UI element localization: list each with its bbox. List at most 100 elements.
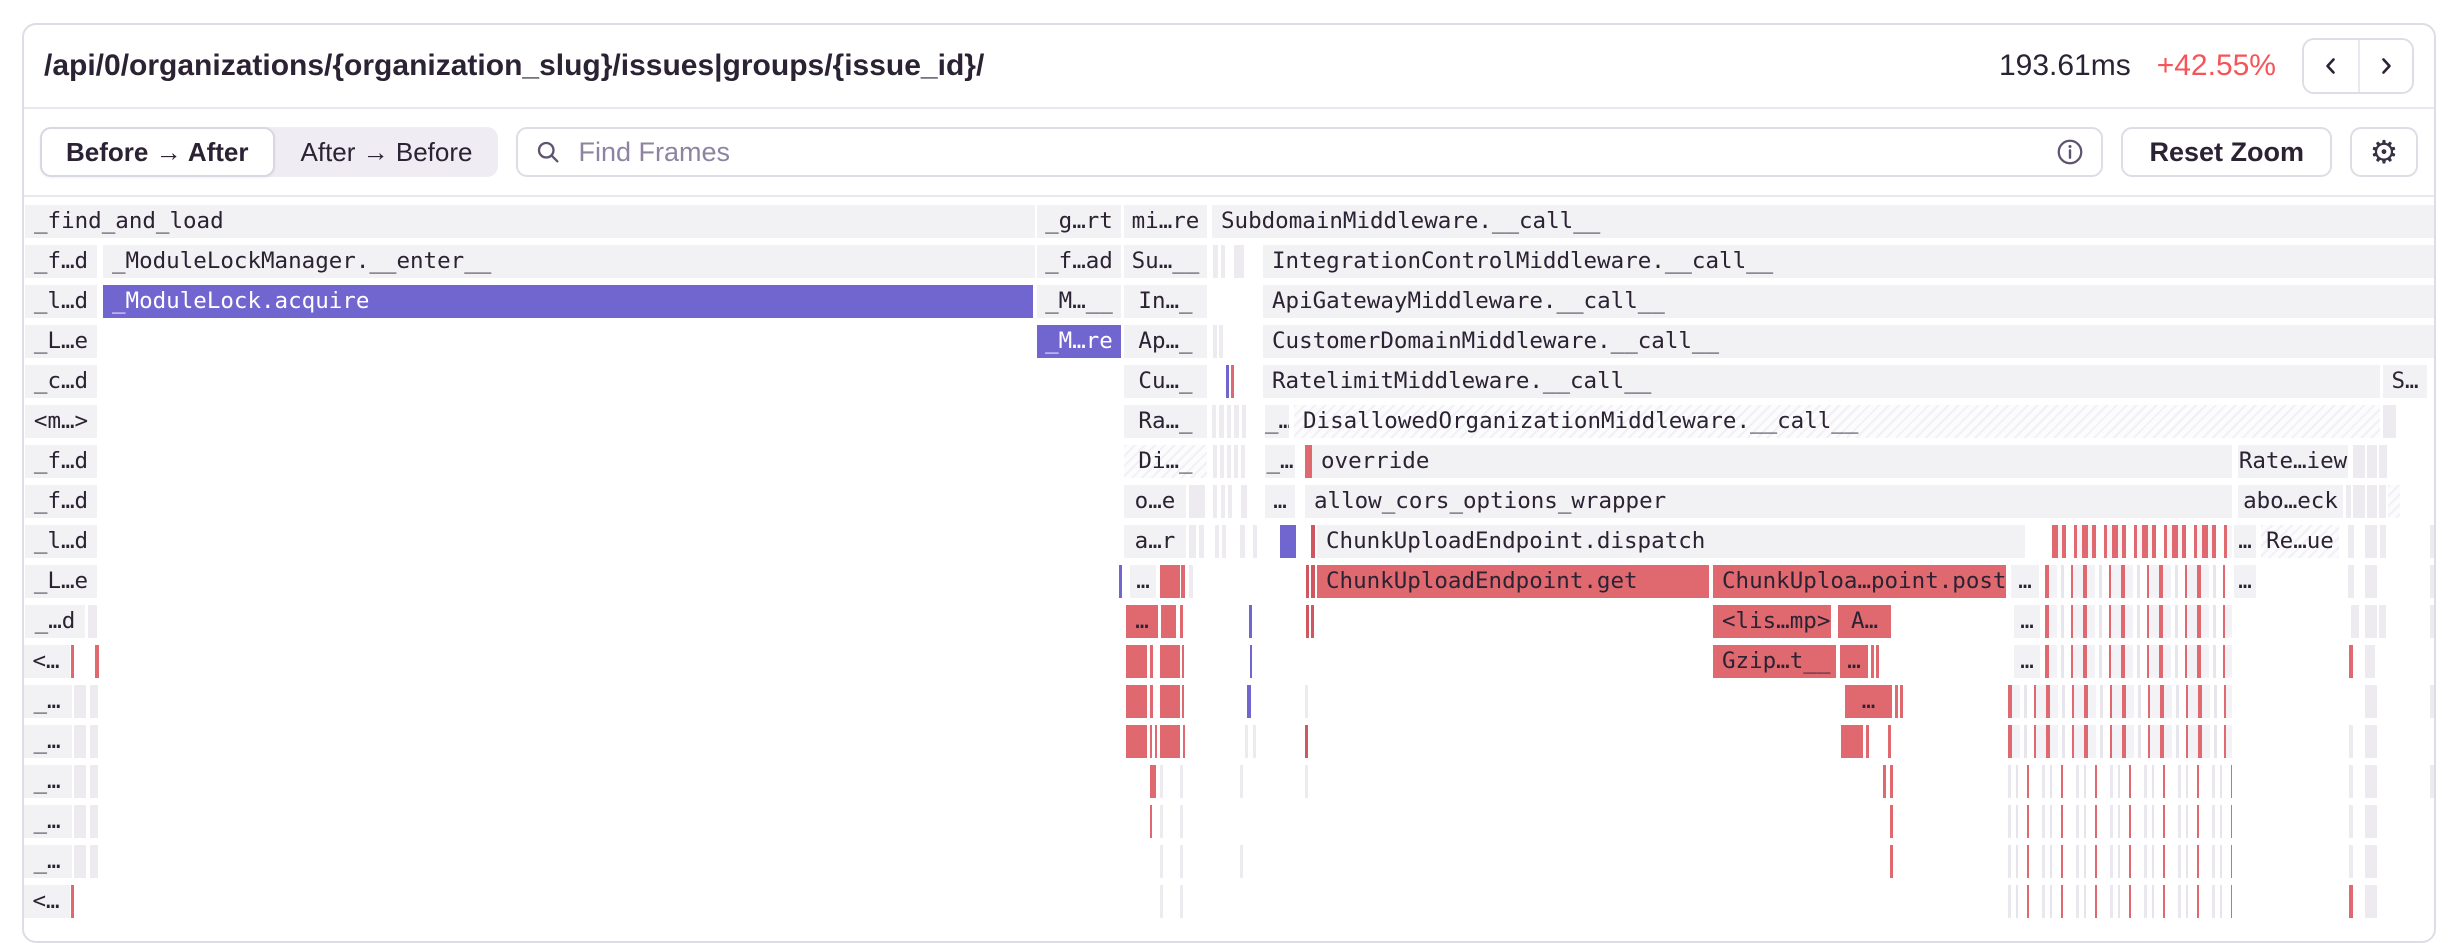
flame-frame[interactable]: [1234, 445, 1238, 478]
flame-frame[interactable]: [2008, 765, 2232, 798]
flame-frame[interactable]: [2353, 485, 2365, 518]
flame-frame[interactable]: A…: [1838, 605, 1891, 638]
flame-frame[interactable]: [2365, 725, 2377, 758]
flame-frame[interactable]: [1180, 805, 1183, 838]
flame-frame[interactable]: [1234, 245, 1244, 278]
flame-frame[interactable]: [2365, 805, 2377, 838]
flame-frame[interactable]: [1306, 605, 1309, 638]
flame-frame[interactable]: [1220, 445, 1224, 478]
flame-frame[interactable]: [1234, 405, 1239, 438]
flame-frame[interactable]: [1895, 685, 1898, 718]
flame-frame[interactable]: Di…_: [1124, 445, 1207, 478]
flame-frame[interactable]: [1247, 685, 1251, 718]
flame-frame[interactable]: [1241, 485, 1247, 518]
flame-frame[interactable]: [1841, 725, 1863, 758]
flame-frame[interactable]: [90, 845, 98, 878]
flame-frame[interactable]: [2379, 605, 2386, 638]
flame-frame[interactable]: DisallowedOrganizationMiddleware.__call_…: [1294, 405, 2380, 438]
flame-frame[interactable]: [1180, 885, 1183, 918]
flame-frame[interactable]: …: [2014, 645, 2040, 678]
settings-button[interactable]: ⚙: [2350, 127, 2418, 177]
flame-frame[interactable]: [2365, 765, 2377, 798]
flame-frame[interactable]: [1250, 645, 1252, 678]
flame-frame[interactable]: [1242, 405, 1246, 438]
flame-frame[interactable]: _…: [1265, 405, 1289, 438]
flame-frame[interactable]: [2380, 525, 2386, 558]
flame-frame[interactable]: Ap…_: [1124, 325, 1207, 358]
flame-frame[interactable]: Re…ue: [2261, 525, 2339, 558]
flame-frame[interactable]: [1150, 685, 1153, 718]
flame-frame[interactable]: [1150, 725, 1152, 758]
flame-frame[interactable]: [1155, 725, 1157, 758]
after-before-button[interactable]: After → Before: [275, 127, 499, 177]
flame-frame[interactable]: [1199, 525, 1204, 558]
flame-frame[interactable]: [1160, 645, 1180, 678]
flame-frame[interactable]: [1280, 525, 1296, 558]
flame-frame[interactable]: [1189, 485, 1205, 518]
flame-frame[interactable]: [1180, 845, 1183, 878]
flame-frame[interactable]: [1126, 685, 1147, 718]
flame-frame[interactable]: [1215, 525, 1219, 558]
flame-frame[interactable]: [74, 725, 86, 758]
flame-frame[interactable]: [1871, 645, 1874, 678]
flame-frame[interactable]: [2346, 485, 2351, 518]
flame-frame[interactable]: [90, 805, 98, 838]
flame-frame[interactable]: _…: [24, 685, 72, 718]
flame-frame[interactable]: [1253, 525, 1257, 558]
flame-frame[interactable]: [1160, 685, 1180, 718]
flame-frame[interactable]: _f…d: [25, 245, 97, 278]
flame-frame[interactable]: [1219, 325, 1223, 358]
flame-frame[interactable]: [74, 845, 86, 878]
flame-frame[interactable]: abo…eck: [2238, 485, 2343, 518]
flame-frame[interactable]: [2365, 885, 2377, 918]
flame-frame[interactable]: [2008, 805, 2232, 838]
flame-frame[interactable]: [1900, 685, 1903, 718]
flame-frame[interactable]: [2045, 605, 2232, 638]
flame-frame[interactable]: [1182, 645, 1184, 678]
flame-frame[interactable]: …: [1840, 645, 1868, 678]
flame-frame[interactable]: _…d: [25, 605, 85, 638]
flame-frame[interactable]: [2353, 445, 2365, 478]
flame-frame[interactable]: [2430, 605, 2434, 638]
flame-frame[interactable]: [2045, 565, 2225, 598]
flame-frame[interactable]: _f…d: [25, 445, 97, 478]
before-after-button[interactable]: Before → After: [40, 127, 275, 177]
flame-frame[interactable]: [1876, 645, 1879, 678]
flame-frame[interactable]: mi…re: [1124, 205, 1207, 238]
flame-frame[interactable]: allow_cors_options_wrapper: [1305, 485, 2232, 518]
flame-frame[interactable]: [1213, 245, 1218, 278]
flame-frame[interactable]: [1227, 405, 1231, 438]
flame-frame[interactable]: …: [2234, 525, 2256, 558]
flame-frame[interactable]: [1888, 725, 1891, 758]
flame-frame[interactable]: [1126, 645, 1147, 678]
flame-frame[interactable]: [2008, 685, 2232, 718]
flame-frame[interactable]: [2388, 485, 2400, 518]
flame-frame[interactable]: [74, 765, 86, 798]
flame-frame[interactable]: [1305, 685, 1308, 718]
flame-frame[interactable]: [2367, 485, 2377, 518]
flame-frame[interactable]: a…r: [1124, 525, 1186, 558]
flame-frame[interactable]: S…: [2383, 365, 2427, 398]
flame-frame[interactable]: _M…re: [1037, 325, 1121, 358]
flame-frame[interactable]: [2052, 525, 2232, 558]
flame-frame[interactable]: [2379, 485, 2386, 518]
flame-frame[interactable]: [1150, 645, 1153, 678]
flame-frame[interactable]: [2349, 645, 2353, 678]
flame-frame[interactable]: _ModuleLockManager.__enter__: [103, 245, 1035, 278]
flame-frame[interactable]: [1228, 485, 1232, 518]
flame-frame[interactable]: [1866, 725, 1869, 758]
flame-frame[interactable]: [1890, 765, 1893, 798]
flame-frame[interactable]: [2008, 725, 2232, 758]
flame-frame[interactable]: …: [2011, 565, 2039, 598]
flame-frame[interactable]: [1221, 485, 1225, 518]
flame-frame[interactable]: [1183, 725, 1185, 758]
flame-frame[interactable]: <m…>: [25, 405, 97, 438]
flame-frame[interactable]: [71, 885, 74, 918]
flame-frame[interactable]: [74, 685, 86, 718]
flame-frame[interactable]: [2365, 685, 2377, 718]
flame-frame[interactable]: _…: [1265, 445, 1295, 478]
flame-frame[interactable]: [1890, 805, 1893, 838]
flame-frame[interactable]: [1253, 725, 1256, 758]
flame-frame[interactable]: [1245, 725, 1248, 758]
flame-frame[interactable]: [1213, 485, 1217, 518]
